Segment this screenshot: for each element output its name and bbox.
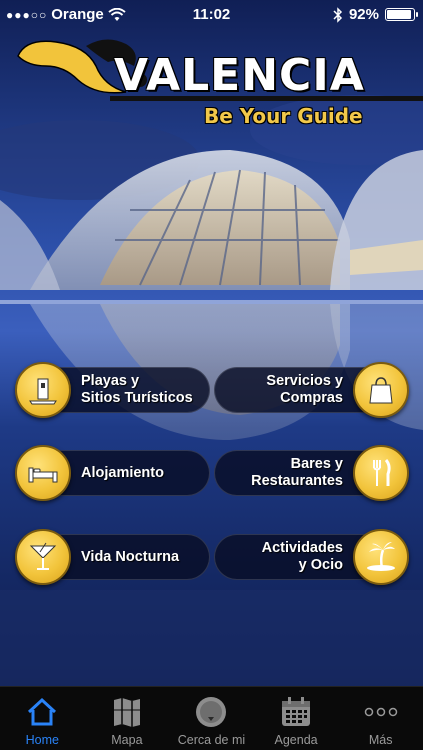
tab-mas[interactable]: Más [338, 687, 423, 750]
home-icon [25, 695, 59, 729]
menu-label: Compras [280, 390, 343, 406]
menu-label: y Ocio [298, 557, 343, 573]
menu-vida-nocturna-button[interactable]: Vida Nocturna [15, 529, 210, 585]
home-screen: ●●●○○ Orange 11:02 92% VALENCIA Be Your … [0, 0, 423, 750]
status-bar: ●●●○○ Orange 11:02 92% [0, 0, 423, 30]
more-icon [364, 695, 398, 729]
tab-label: Agenda [274, 733, 318, 747]
bed-icon [15, 445, 71, 501]
menu-label: Actividades [261, 540, 343, 556]
tab-label: Home [25, 733, 59, 747]
tab-home[interactable]: Home [0, 687, 85, 750]
logo-subtitle: Be Your Guide [204, 104, 363, 128]
shopping-bag-icon [353, 362, 409, 418]
menu-label: Playas y [81, 373, 140, 389]
map-icon [110, 695, 144, 729]
tab-agenda[interactable]: Agenda [254, 687, 339, 750]
menu-label: Alojamiento [81, 464, 164, 481]
menu-label: Servicios y [266, 373, 343, 389]
menu-label: Bares y [290, 456, 343, 472]
menu-bares-button[interactable]: Bares y Restaurantes [214, 445, 409, 501]
logo-title: VALENCIA [114, 50, 365, 101]
menu-label: Sitios Turísticos [81, 390, 193, 406]
tab-label: Mapa [111, 733, 143, 747]
calendar-icon [279, 695, 313, 729]
fork-knife-icon [353, 445, 409, 501]
location-icon [194, 695, 228, 729]
tab-label: Cerca de mi [177, 733, 246, 747]
battery-icon [385, 8, 418, 21]
cocktail-icon [15, 529, 71, 585]
menu-alojamiento-button[interactable]: Alojamiento [15, 445, 210, 501]
app-logo: VALENCIA Be Your Guide [0, 30, 423, 140]
tab-bar: Home Mapa Cerca de mi Agenda Más [0, 686, 423, 750]
menu-label: Restaurantes [251, 473, 343, 489]
tab-mapa[interactable]: Mapa [85, 687, 170, 750]
palm-island-icon [353, 529, 409, 585]
tab-label: Más [368, 733, 393, 747]
menu-actividades-button[interactable]: Actividades y Ocio [214, 529, 409, 585]
battery-percent: 92% [348, 6, 379, 23]
bluetooth-icon [333, 6, 343, 23]
menu-servicios-button[interactable]: Servicios y Compras [214, 362, 409, 418]
menu-label: Vida Nocturna [81, 548, 180, 565]
logo-divider [110, 96, 423, 101]
tower-icon [15, 362, 71, 418]
menu-playas-button[interactable]: Playas y Sitios Turísticos [15, 362, 210, 418]
tab-cerca-de-mi[interactable]: Cerca de mi [169, 687, 254, 750]
